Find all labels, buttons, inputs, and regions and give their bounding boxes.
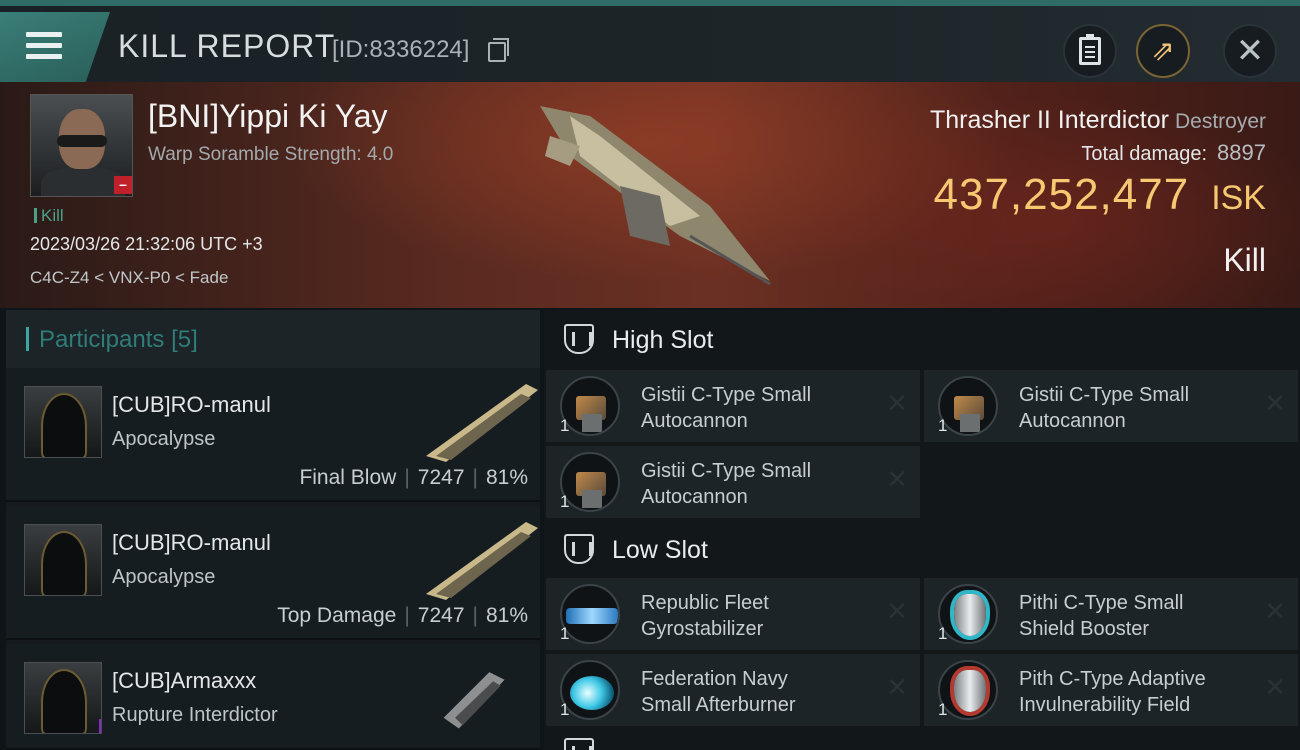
ship-type: Thrasher II Interdictor	[929, 106, 1169, 134]
victim-attribute: Warp Soramble Strength: 4.0	[148, 144, 394, 165]
module-name: Pithi C-Type Small Shield Booster	[1019, 592, 1184, 640]
participant-stats: Top Damage | 7247 | 81%	[277, 604, 528, 627]
remove-icon[interactable]: ✕	[886, 390, 908, 416]
participant-ship: Apocalypse	[112, 566, 216, 588]
isk-amount: 437,252,477	[933, 170, 1190, 219]
participant-ship-image	[426, 522, 538, 600]
participant-damage: 7247	[417, 604, 465, 627]
module-name: Gistii C-Type Small Autocannon	[641, 460, 812, 508]
module-name: Pith C-Type Adaptive Invulnerability Fiel…	[1019, 668, 1206, 716]
module-qty: 1	[560, 416, 570, 435]
module-name: Federation Navy Small Afterburner	[641, 668, 796, 716]
participants-count: [5]	[171, 326, 198, 353]
kill-datetime: 2023/03/26 21:32:06 UTC +3	[30, 234, 263, 254]
ship-class: Destroyer	[1174, 110, 1266, 133]
participant-ship-image	[426, 384, 538, 462]
kill-tag: Kill	[34, 206, 64, 226]
module-item[interactable]: 1 Gistii C-Type Small Autocannon ✕	[924, 370, 1298, 442]
mid-slot-icon	[564, 738, 594, 750]
participant-percent: 81%	[485, 604, 528, 627]
module-item[interactable]: 1 Republic Fleet Gyrostabilizer ✕	[546, 578, 920, 650]
participant-avatar	[24, 386, 102, 458]
module-qty: 1	[560, 624, 570, 643]
page-title: KILL REPORT	[118, 28, 336, 64]
participant-stats: Final Blow | 7247 | 81%	[299, 466, 528, 489]
clipboard-icon	[1079, 34, 1101, 65]
mid-slot-header-partial	[544, 734, 1300, 750]
module-name: Gistii C-Type Small Autocannon	[641, 384, 812, 432]
isk-unit: ISK	[1211, 179, 1266, 217]
participant-percent: 81%	[485, 466, 528, 489]
victim-name[interactable]: [BNI]Yippi Ki Yay	[148, 98, 388, 135]
participant-row[interactable]: i [CUB]Armaxxx Rupture Interdictor	[6, 644, 540, 750]
module-name: Gistii C-Type Small Autocannon	[1019, 384, 1190, 432]
victim-ship-image[interactable]	[530, 96, 780, 286]
menu-button[interactable]	[0, 12, 110, 82]
module-item[interactable]: 1 Gistii C-Type Small Autocannon ✕	[546, 446, 920, 518]
remove-icon[interactable]: ✕	[1264, 390, 1286, 416]
kill-location[interactable]: C4C-Z4 < VNX-P0 < Fade	[30, 268, 228, 288]
high-slot-header: High Slot	[544, 310, 1300, 368]
top-bar: KILL REPORT [ID:8336224] ⇗ ✕	[0, 0, 1300, 82]
module-item[interactable]: 1 Pith C-Type Adaptive Invulnerability Fi…	[924, 654, 1298, 726]
kill-id: [ID:8336224]	[332, 36, 470, 63]
module-item[interactable]: 1 Gistii C-Type Small Autocannon ✕	[546, 370, 920, 442]
high-slot-title: High Slot	[612, 326, 714, 354]
module-qty: 1	[938, 416, 948, 435]
module-item[interactable]: 1 Federation Navy Small Afterburner ✕	[546, 654, 920, 726]
clipboard-button[interactable]	[1063, 24, 1117, 78]
total-damage-label: Total damage:	[1081, 143, 1208, 165]
share-button[interactable]: ⇗	[1136, 24, 1190, 78]
module-qty: 1	[560, 700, 570, 719]
remove-icon[interactable]: ✕	[886, 466, 908, 492]
total-damage-value: 8897	[1217, 140, 1266, 165]
participant-role: Top Damage	[277, 604, 397, 627]
module-item[interactable]: 1 Pithi C-Type Small Shield Booster ✕	[924, 578, 1298, 650]
participant-row[interactable]: [CUB]RO-manul Apocalypse Final Blow | 7247…	[6, 368, 540, 502]
participant-ship-image	[443, 672, 505, 729]
participant-avatar	[24, 524, 102, 596]
low-slot-icon	[564, 534, 594, 564]
kill-summary: – [BNI]Yippi Ki Yay Warp Soramble Streng…	[0, 82, 1300, 308]
low-slot-title: Low Slot	[612, 536, 708, 564]
remove-icon[interactable]: ✕	[1264, 674, 1286, 700]
close-icon: ✕	[1235, 32, 1265, 70]
module-qty: 1	[938, 700, 948, 719]
kill-result: Kill	[1223, 242, 1266, 278]
copy-icon[interactable]	[488, 38, 509, 62]
standing-badge: –	[114, 176, 132, 194]
participant-damage: 7247	[417, 466, 465, 489]
participants-title: Participants	[39, 326, 165, 353]
module-qty: 1	[560, 492, 570, 511]
participant-name: [CUB]RO-manul	[112, 530, 271, 555]
remove-icon[interactable]: ✕	[886, 674, 908, 700]
participant-avatar: i	[24, 662, 102, 734]
participant-row[interactable]: [CUB]RO-manul Apocalypse Top Damage | 7247…	[6, 506, 540, 640]
participant-name: [CUB]RO-manul	[112, 392, 271, 417]
ship-name[interactable]: Thrasher II Interdictor Destroyer	[930, 106, 1266, 135]
close-button[interactable]: ✕	[1223, 24, 1277, 78]
isk-value: 437,252,477 ISK	[934, 170, 1267, 220]
fitting-panel: High Slot 1 Gistii C-Type Small Autocanno…	[544, 310, 1300, 750]
module-name: Republic Fleet Gyrostabilizer	[641, 592, 769, 640]
remove-icon[interactable]: ✕	[1264, 598, 1286, 624]
participant-name: [CUB]Armaxxx	[112, 668, 257, 693]
participant-role: Final Blow	[299, 466, 397, 489]
participant-ship: Rupture Interdictor	[112, 704, 278, 726]
share-icon: ⇗	[1151, 35, 1175, 66]
participants-header: Participants [5]	[6, 310, 540, 368]
module-qty: 1	[938, 624, 948, 643]
total-damage: Total damage: 8897	[1081, 140, 1266, 166]
info-badge: i	[99, 719, 101, 733]
high-slot-icon	[564, 324, 594, 354]
low-slot-header: Low Slot	[544, 520, 1300, 578]
participants-panel: Participants [5] [CUB]RO-manul Apocalyps…	[6, 310, 540, 750]
hamburger-icon	[26, 32, 62, 60]
remove-icon[interactable]: ✕	[886, 598, 908, 624]
participant-ship: Apocalypse	[112, 428, 216, 450]
